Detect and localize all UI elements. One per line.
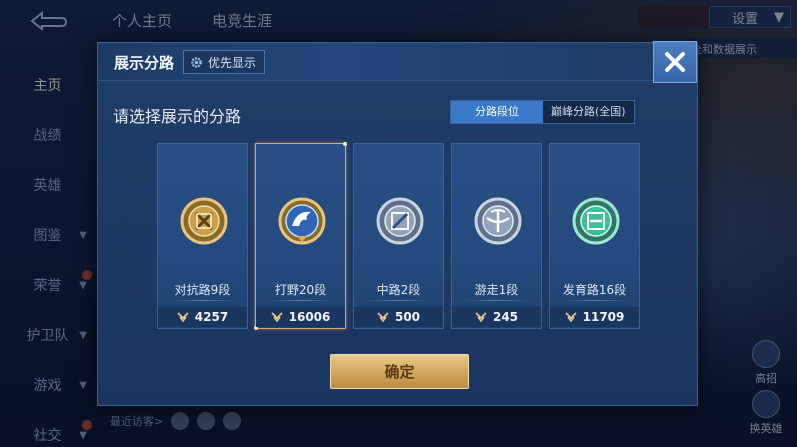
lane-cards: 对抗路9段 4257 打野20段 16006 中路2段 500 游走1段 245… — [157, 142, 640, 330]
priority-display-label: 优先显示 — [208, 55, 257, 70]
gear-icon — [191, 56, 202, 68]
modal-header: 展示分路 优先显示 — [98, 43, 697, 81]
chevron-rank-icon — [177, 312, 189, 322]
lane-score: 245 — [452, 307, 541, 327]
corner-dot — [343, 142, 347, 146]
chevron-rank-icon — [565, 312, 577, 322]
chevron-rank-icon — [475, 312, 487, 322]
segment-lane-rank[interactable]: 分路段位 — [451, 101, 543, 123]
lane-name: 游走1段 — [474, 283, 519, 297]
lane-card-roam[interactable]: 游走1段 245 — [451, 143, 542, 329]
lane-score-value: 500 — [394, 310, 421, 324]
chevron-rank-icon — [271, 312, 283, 322]
lane-type-segment: 分路段位 巅峰分路(全国) — [450, 100, 635, 124]
card-divider — [464, 300, 529, 301]
lane-score-value: 245 — [492, 310, 519, 324]
lane-name: 对抗路9段 — [174, 283, 231, 297]
lane-score: 4257 — [158, 307, 247, 327]
lane-name: 中路2段 — [376, 283, 421, 297]
confirm-button[interactable]: 确定 — [330, 354, 469, 389]
mid-lane-emblem-icon — [376, 197, 424, 245]
lane-score: 500 — [354, 307, 443, 327]
lane-name: 打野20段 — [274, 283, 327, 297]
clash-lane-emblem-icon — [180, 197, 228, 245]
lane-card-jungle[interactable]: 打野20段 16006 — [254, 142, 347, 330]
priority-display-button[interactable]: 优先显示 — [183, 50, 266, 74]
card-divider — [170, 300, 235, 301]
roam-emblem-icon — [474, 197, 522, 245]
close-icon — [665, 52, 685, 72]
card-divider — [268, 300, 333, 301]
card-divider — [366, 300, 431, 301]
modal-title: 展示分路 — [114, 54, 175, 72]
lane-card-mid[interactable]: 中路2段 500 — [353, 143, 444, 329]
chevron-rank-icon — [377, 312, 389, 322]
lane-score-value: 4257 — [194, 310, 229, 324]
lane-score-value: 11709 — [582, 310, 625, 324]
lane-name: 发育路16段 — [562, 283, 627, 297]
segment-peak-lane[interactable]: 巅峰分路(全国) — [543, 101, 634, 123]
lane-display-modal: 展示分路 优先显示 请选择展示的分路 分路段位 巅峰分路(全国) 对抗路9段 4… — [97, 41, 698, 406]
lane-score: 11709 — [550, 307, 639, 327]
lane-card-farm[interactable]: 发育路16段 11709 — [549, 143, 640, 329]
jungle-emblem-icon — [278, 197, 326, 245]
lane-score: 16006 — [256, 307, 345, 327]
lane-score-value: 16006 — [288, 310, 331, 324]
close-button[interactable] — [653, 41, 697, 83]
card-divider — [562, 300, 627, 301]
modal-subtitle: 请选择展示的分路 — [113, 107, 242, 126]
farm-lane-emblem-icon — [572, 197, 620, 245]
lane-card-clash[interactable]: 对抗路9段 4257 — [157, 143, 248, 329]
